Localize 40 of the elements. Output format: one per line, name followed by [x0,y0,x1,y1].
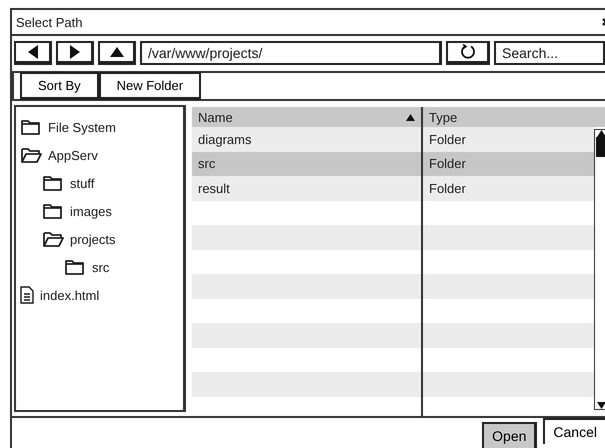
path-field[interactable]: /var/www/projects/ [140,41,442,65]
table-cell[interactable]: Folder [421,176,594,200]
tree-item[interactable]: AppServ [20,141,179,169]
tree-item[interactable]: images [42,197,179,225]
action-button[interactable]: Sort By [20,72,99,100]
tree-item[interactable]: stuff [42,169,179,197]
refresh-icon [460,44,476,60]
folder-icon [20,118,42,136]
up-icon [108,46,124,58]
table-cell[interactable]: Folder [421,152,594,176]
table-cell[interactable]: Folder [421,127,594,152]
dialog-button[interactable]: Open [482,422,538,448]
forward-icon [68,44,80,60]
tree-item[interactable]: projects [42,225,179,253]
table-cell[interactable]: result [192,176,421,200]
document-icon [20,286,34,304]
open-folder-icon [42,230,64,248]
column-header [594,107,605,127]
open-folder-icon [20,146,42,164]
folder-icon [42,202,64,220]
scrollbar[interactable] [594,129,605,410]
folder-icon [64,258,86,276]
search-field[interactable]: Search... [494,41,605,65]
tree-item[interactable]: File System [20,113,179,141]
tree-item[interactable]: src [64,253,179,281]
table-cell[interactable]: diagrams [192,127,421,152]
column-header[interactable]: Type [421,107,594,127]
dialog-button[interactable]: Cancel [543,418,605,444]
table-cell[interactable]: src [192,152,421,176]
folder-icon [42,174,64,192]
scroll-down-icon[interactable] [596,402,605,409]
forward-button[interactable] [56,41,94,65]
tree-item[interactable]: index.html [20,281,179,309]
action-button[interactable]: New Folder [98,72,202,100]
window-title: Select Path [16,14,82,30]
column-header[interactable]: Name [192,107,421,127]
back-icon [26,44,38,60]
refresh-button[interactable] [446,41,490,65]
up-button[interactable] [98,41,136,65]
back-button[interactable] [14,41,52,65]
